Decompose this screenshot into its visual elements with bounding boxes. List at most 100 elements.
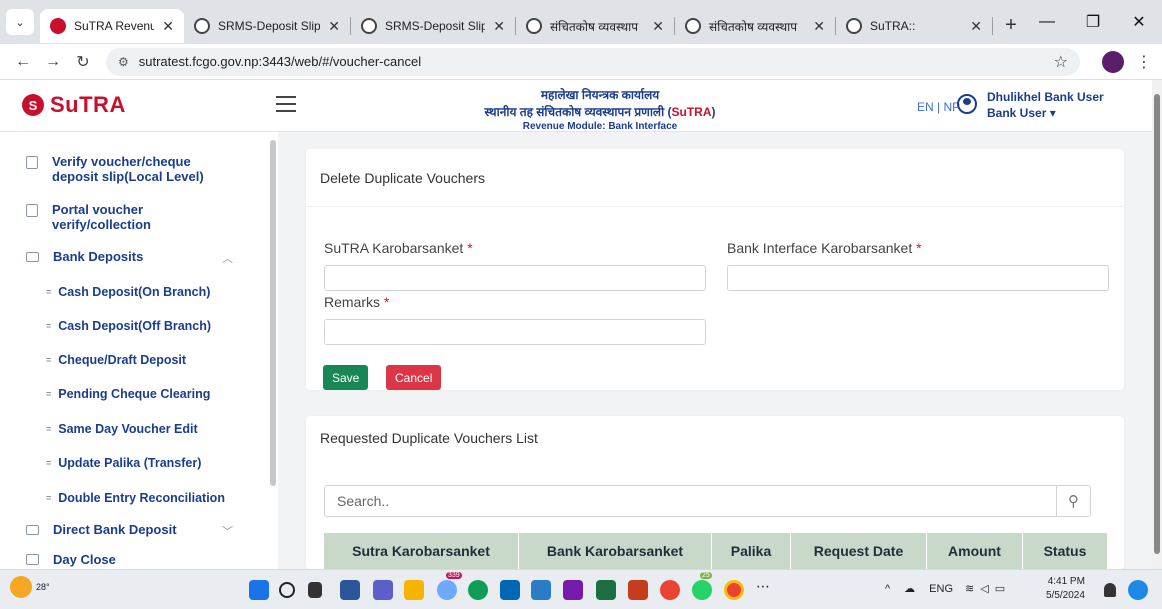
- user-menu[interactable]: Dhulikhel Bank User Bank User ▾: [957, 90, 1104, 120]
- browser-menu-icon[interactable]: ⋮: [1136, 52, 1152, 72]
- minimize-icon[interactable]: —: [1024, 0, 1070, 44]
- whatsapp-icon[interactable]: 25: [692, 572, 712, 600]
- sutra-karobarsanket-input[interactable]: [324, 265, 706, 291]
- sidebar-subitem-update-palika[interactable]: = Update Palika (Transfer): [46, 456, 201, 470]
- browser-tab-3[interactable]: SRMS-Deposit Slip ✕: [351, 9, 515, 43]
- system-acronym: SuTRA: [671, 105, 712, 119]
- main-content: Delete Duplicate Vouchers SuTRA Karobars…: [278, 132, 1152, 569]
- windows-start-icon[interactable]: [249, 580, 269, 600]
- wifi-icon[interactable]: ≋: [965, 582, 974, 595]
- sidebar-subitem-cash-off-branch[interactable]: = Cash Deposit(Off Branch): [46, 319, 211, 333]
- teams-icon[interactable]: [373, 580, 393, 600]
- sidebar-subitem-cash-on-branch[interactable]: = Cash Deposit(On Branch): [46, 285, 210, 299]
- search-icon[interactable]: ⚲: [1056, 485, 1090, 517]
- column-header[interactable]: Palika: [712, 533, 791, 569]
- battery-icon[interactable]: ▭: [995, 582, 1005, 595]
- cancel-button[interactable]: Cancel: [386, 365, 442, 390]
- notification-badge: 339: [446, 572, 462, 579]
- column-header[interactable]: Sutra Karobarsanket: [324, 533, 519, 569]
- sidebar-item-bank-deposits[interactable]: Bank Deposits ︿: [26, 249, 238, 265]
- chrome-active-icon[interactable]: [724, 580, 744, 600]
- tab-search-button[interactable]: ⌄: [6, 9, 34, 35]
- save-button[interactable]: Save: [323, 365, 369, 390]
- site-info-icon[interactable]: ⚙: [118, 55, 129, 69]
- app-with-badge-icon[interactable]: 339: [437, 572, 462, 600]
- column-header[interactable]: Request Date: [791, 533, 927, 569]
- sidebar-item-day-close[interactable]: Day Close: [26, 552, 116, 567]
- excel-icon[interactable]: [596, 580, 616, 600]
- browser-tab-4[interactable]: संचितकोष व्यवस्थाप ✕: [516, 9, 674, 43]
- close-tab-icon[interactable]: ✕: [813, 18, 825, 35]
- edge-icon[interactable]: [468, 580, 488, 600]
- profile-avatar[interactable]: [1102, 50, 1124, 73]
- sidebar-subitem-pending-cheque[interactable]: = Pending Cheque Clearing: [46, 387, 210, 401]
- hamburger-menu-icon[interactable]: [276, 96, 296, 112]
- file-explorer-icon[interactable]: [404, 580, 424, 600]
- sidebar-subitem-same-day-edit[interactable]: = Same Day Voucher Edit: [46, 422, 198, 436]
- bank-karobarsanket-input[interactable]: [727, 265, 1109, 291]
- powerpoint-icon[interactable]: [628, 580, 648, 600]
- weather-widget[interactable]: 28°: [10, 576, 50, 598]
- address-bar[interactable]: ⚙ sutratest.fcgo.gov.np:3443/web/#/vouch…: [106, 47, 1080, 76]
- header-title-block: महालेखा नियन्त्रक कार्यालय स्थानीय तह सं…: [440, 86, 760, 132]
- forward-arrow-icon[interactable]: →: [40, 53, 66, 71]
- cloud-icon[interactable]: ☁: [904, 582, 915, 595]
- close-tab-icon[interactable]: ✕: [328, 18, 340, 35]
- close-tab-icon[interactable]: ✕: [970, 18, 982, 35]
- clock[interactable]: 4:41 PM 5/5/2024: [1046, 575, 1085, 603]
- chevron-up-icon[interactable]: ^: [885, 583, 890, 595]
- speaker-icon[interactable]: ◁: [980, 582, 988, 595]
- browser-tab-1[interactable]: SuTRA Revenue M ✕: [40, 9, 184, 43]
- browser-tab-2[interactable]: SRMS-Deposit Slip ✕: [184, 9, 350, 43]
- browser-tab-6[interactable]: SuTRA:: ✕: [836, 9, 992, 43]
- photos-icon[interactable]: [531, 580, 551, 600]
- sidebar-scrollbar[interactable]: [270, 140, 276, 486]
- copilot-icon[interactable]: [1128, 580, 1148, 600]
- notification-bell-icon[interactable]: [1104, 583, 1116, 597]
- label-text: Bank Interface Karobarsanket: [727, 240, 913, 256]
- column-header[interactable]: Bank Karobarsanket: [519, 533, 712, 569]
- language-toggle[interactable]: EN | NP: [917, 100, 960, 114]
- sidebar-item-portal-voucher[interactable]: Portal voucher verify/collection: [26, 202, 151, 232]
- store-icon[interactable]: [500, 580, 520, 600]
- sidebar-subitem-double-entry[interactable]: = Double Entry Reconciliation: [46, 491, 225, 505]
- task-view-icon[interactable]: [308, 582, 322, 598]
- close-tab-icon[interactable]: ✕: [162, 18, 174, 35]
- document-icon: [26, 156, 38, 169]
- globe-icon: [361, 18, 377, 34]
- word-icon[interactable]: [340, 580, 360, 600]
- close-window-icon[interactable]: ✕: [1116, 0, 1162, 44]
- required-mark: *: [383, 294, 390, 310]
- language-indicator[interactable]: ENG: [929, 583, 953, 595]
- search-input[interactable]: [325, 486, 1056, 516]
- browser-tab-5[interactable]: संचितकोष व्यवस्थाप ✕: [675, 9, 835, 43]
- scrollbar-thumb[interactable]: [1154, 94, 1160, 554]
- bookmark-star-icon[interactable]: ☆: [1054, 52, 1068, 72]
- close-tab-icon[interactable]: ✕: [652, 18, 664, 35]
- user-role-dropdown[interactable]: Bank User ▾: [987, 106, 1104, 120]
- more-apps-icon[interactable]: ⋯: [756, 578, 776, 598]
- office-name: महालेखा नियन्त्रक कार्यालय: [540, 88, 660, 102]
- table-header-row: Sutra Karobarsanket Bank Karobarsanket P…: [324, 533, 1107, 569]
- onenote-icon[interactable]: [563, 580, 583, 600]
- window-controls: — ❐ ✕: [1024, 0, 1162, 44]
- chevron-down-icon: ⌄: [15, 16, 25, 29]
- sidebar-item-direct-bank-deposit[interactable]: Direct Bank Deposit ﹀: [26, 522, 238, 538]
- required-mark: *: [467, 240, 473, 256]
- sutra-logo[interactable]: S SuTRA: [22, 92, 126, 118]
- column-header[interactable]: Status: [1023, 533, 1107, 569]
- back-arrow-icon[interactable]: ←: [10, 53, 36, 71]
- chrome-icon[interactable]: [660, 580, 680, 600]
- column-header[interactable]: Amount: [927, 533, 1023, 569]
- sidebar-item-verify-voucher[interactable]: Verify voucher/cheque deposit slip(Local …: [26, 154, 204, 184]
- new-tab-button[interactable]: +: [997, 11, 1025, 39]
- search-icon[interactable]: [279, 582, 295, 598]
- page-scrollbar[interactable]: [1152, 80, 1162, 569]
- dash-icon: =: [46, 424, 52, 434]
- restore-icon[interactable]: ❐: [1070, 0, 1116, 44]
- label-text: Remarks: [324, 294, 381, 310]
- sidebar-subitem-cheque-draft[interactable]: = Cheque/Draft Deposit: [46, 353, 186, 367]
- remarks-input[interactable]: [324, 319, 706, 345]
- reload-icon[interactable]: ↻: [70, 52, 96, 72]
- close-tab-icon[interactable]: ✕: [493, 18, 505, 35]
